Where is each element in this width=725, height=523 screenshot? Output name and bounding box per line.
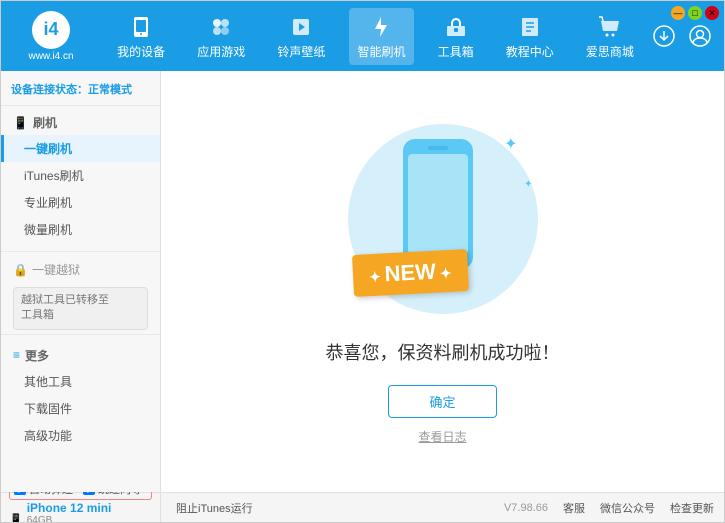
device-info: 📱 iPhone 12 mini 64GB Down-12mini-13,1 (9, 501, 152, 523)
user-button[interactable] (686, 22, 714, 50)
device-storage: 64GB (27, 515, 112, 523)
sidebar: 设备连接状态：正常模式 📱 刷机 一键刷机 iTunes刷机 专业刷机 (1, 71, 161, 492)
divider-1 (1, 251, 160, 252)
retry-link[interactable]: 查看日志 (418, 428, 466, 445)
device-name: iPhone 12 mini (27, 501, 112, 515)
nav-my-device-label: 我的设备 (117, 43, 165, 60)
status-value: 正常模式 (88, 84, 132, 96)
main-content: ✦ ✦ NEW 恭喜您，保资料刷机成功啦！ 确定 查看日志 (161, 71, 724, 492)
logo: i4 www.i4.cn (11, 11, 91, 62)
jailbreak-label: 一键越狱 (32, 261, 80, 278)
logo-icon: i4 (32, 11, 70, 49)
new-badge: NEW (351, 249, 468, 297)
success-message: 恭喜您，保资料刷机成功啦！ (326, 339, 560, 365)
sparkle-1: ✦ (504, 134, 517, 154)
sidebar-download-firmware[interactable]: 下载固件 (1, 395, 160, 422)
sidebar-advanced[interactable]: 高级功能 (1, 422, 160, 449)
topbar: — □ ✕ i4 www.i4.cn 我的设备 应用游戏 (1, 1, 724, 71)
more-icon: ≡ (13, 348, 20, 362)
bottom-center: 阻止iTunes运行 (161, 493, 494, 522)
nav-mall[interactable]: 爱思商城 (578, 8, 642, 65)
bottom-bar: 自动弹还 跳过向导 📱 iPhone 12 mini 64GB Down-12m… (1, 492, 724, 522)
nav-mall-label: 爱思商城 (586, 43, 634, 60)
book-icon (516, 13, 544, 41)
close-button[interactable]: ✕ (705, 6, 719, 20)
lock-icon: 🔒 (13, 263, 28, 277)
stop-itunes-button[interactable]: 阻止iTunes运行 (171, 500, 258, 516)
divider-2 (1, 334, 160, 335)
maximize-button[interactable]: □ (688, 6, 702, 20)
window-controls: — □ ✕ (671, 6, 719, 20)
more-section: ≡ 更多 其他工具 下载固件 高级功能 (1, 339, 160, 453)
phone-earpiece (428, 146, 448, 150)
sidebar-pro-flash[interactable]: 专业刷机 (1, 189, 160, 216)
sidebar-itunes-flash[interactable]: iTunes刷机 (1, 162, 160, 189)
phone-screen (408, 154, 468, 254)
nav-apps-label: 应用游戏 (197, 43, 245, 60)
topbar-right (650, 22, 714, 50)
check-update-link[interactable]: 检查更新 (670, 500, 714, 516)
nav-smart-flash-label: 智能刷机 (357, 43, 405, 60)
flash-icon (367, 13, 395, 41)
jailbreak-note-line1: 越狱工具已转移至 (21, 293, 140, 308)
more-section-header: ≡ 更多 (1, 343, 160, 368)
bottom-left-panel: 自动弹还 跳过向导 📱 iPhone 12 mini 64GB Down-12m… (1, 493, 161, 522)
app-window: — □ ✕ i4 www.i4.cn 我的设备 应用游戏 (0, 0, 725, 523)
nav-my-device[interactable]: 我的设备 (109, 8, 173, 65)
store-icon (596, 13, 624, 41)
more-label: 更多 (25, 347, 49, 364)
jailbreak-note: 越狱工具已转移至 工具箱 (13, 287, 148, 330)
sidebar-repair-flash[interactable]: 微量刷机 (1, 216, 160, 243)
download-button[interactable] (650, 22, 678, 50)
flash-section: 📱 刷机 一键刷机 iTunes刷机 专业刷机 微量刷机 (1, 106, 160, 247)
sidebar-one-click-flash[interactable]: 一键刷机 (1, 135, 160, 162)
sparkle-2: ✦ (524, 179, 532, 190)
customer-service-link[interactable]: 客服 (563, 500, 585, 516)
nav-toolbox[interactable]: 工具箱 (430, 8, 482, 65)
flash-section-header: 📱 刷机 (1, 110, 160, 135)
bottom-right-panel: V7.98.66 客服 微信公众号 检查更新 (494, 493, 724, 522)
phone-icon (127, 13, 155, 41)
jailbreak-note-line2: 工具箱 (21, 308, 140, 323)
confirm-button[interactable]: 确定 (388, 385, 496, 418)
status-bar: 设备连接状态：正常模式 (1, 76, 160, 106)
nav-ringtones-label: 铃声壁纸 (277, 43, 325, 60)
nav-apps-games[interactable]: 应用游戏 (189, 8, 253, 65)
toolbox-icon (442, 13, 470, 41)
nav-smart-flash[interactable]: 智能刷机 (349, 8, 413, 65)
version-info: V7.98.66 (504, 502, 548, 514)
nav-tutorial-label: 教程中心 (506, 43, 554, 60)
flash-section-icon: 📱 (13, 116, 28, 130)
phone-illustration: ✦ ✦ NEW (343, 119, 543, 319)
phone-small-icon: 📱 (9, 513, 23, 523)
flash-section-label: 刷机 (33, 114, 57, 131)
ringtone-icon (287, 13, 315, 41)
logo-subtitle: www.i4.cn (28, 51, 73, 62)
nav-menu: 我的设备 应用游戏 铃声壁纸 智能刷机 (101, 8, 650, 65)
status-label: 设备连接状态： (11, 84, 88, 96)
apps-icon (207, 13, 235, 41)
wechat-official-link[interactable]: 微信公众号 (600, 500, 655, 516)
nav-tutorial[interactable]: 教程中心 (498, 8, 562, 65)
sidebar-other-tools[interactable]: 其他工具 (1, 368, 160, 395)
minimize-button[interactable]: — (671, 6, 685, 20)
jailbreak-lock: 🔒 一键越狱 (1, 256, 160, 283)
nav-ringtones[interactable]: 铃声壁纸 (269, 8, 333, 65)
nav-toolbox-label: 工具箱 (438, 43, 474, 60)
content-row: 设备连接状态：正常模式 📱 刷机 一键刷机 iTunes刷机 专业刷机 (1, 71, 724, 492)
